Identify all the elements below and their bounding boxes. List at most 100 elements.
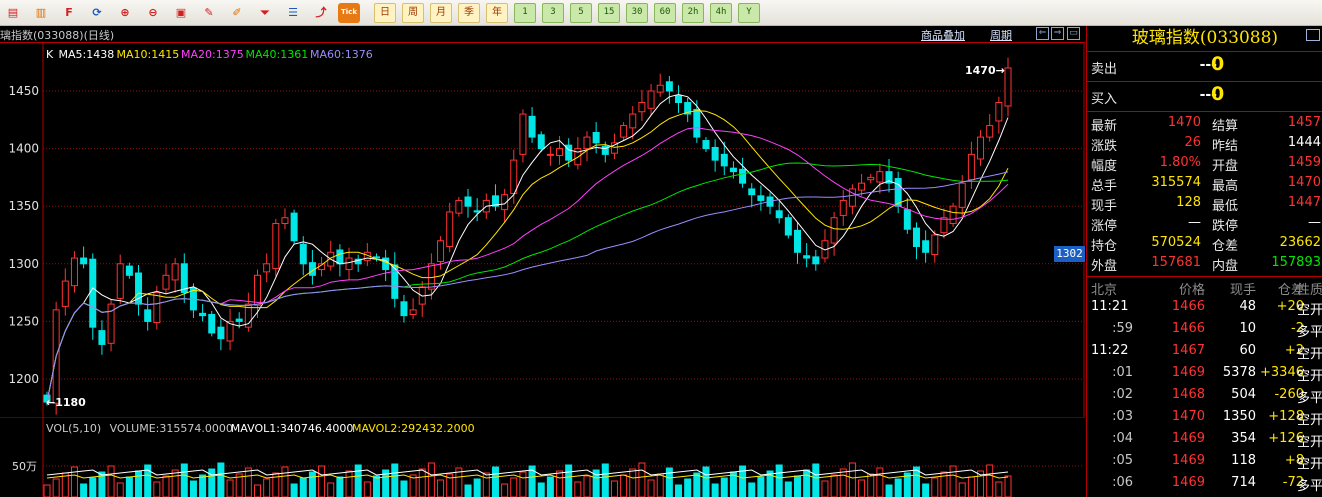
menu-icon[interactable]: ▤ (2, 3, 24, 23)
tick-nature: 多平 (1296, 391, 1322, 406)
minute-period-button-3[interactable]: 15 (598, 2, 620, 23)
minute-period-button-8[interactable]: Y (738, 2, 760, 23)
tick-volume: 714 (1231, 475, 1256, 490)
tick-price: 1469 (1171, 365, 1205, 380)
period-button-2[interactable]: 月 (430, 2, 452, 23)
candle-body (940, 217, 948, 234)
tick-price: 1466 (1171, 299, 1205, 314)
candle-body (80, 257, 88, 265)
minute-period-button-1[interactable]: 3 (542, 2, 564, 23)
volume-bar (1004, 475, 1012, 497)
volume-bar (418, 468, 426, 497)
zoom-in-icon[interactable]: ⊕ (114, 3, 136, 23)
panel-toggle-icon[interactable] (1306, 29, 1320, 41)
stat-value: 1447 (1287, 195, 1321, 210)
save-icon[interactable]: ▥ (30, 3, 52, 23)
volume-bar (180, 463, 188, 497)
candle-body (116, 263, 124, 299)
tick-nature: 空开 (1296, 303, 1322, 318)
filter-icon[interactable]: ⏷ (254, 3, 276, 23)
volume-bar (125, 476, 133, 497)
minute-period-button-6[interactable]: 2h (682, 2, 704, 23)
tick-icon[interactable]: Tick (338, 2, 360, 23)
candle-body (803, 255, 811, 259)
period-button-0[interactable]: 日 (374, 2, 396, 23)
minute-period-button-0[interactable]: 1 (514, 2, 536, 23)
volume-legend-item: VOL(5,10) (46, 422, 101, 435)
volume-bar (318, 465, 326, 497)
stat-label: 最新 (1091, 119, 1118, 134)
volume-chart[interactable]: VOL(5,10) VOLUME:315574.0000MAVOL1:340746… (0, 417, 1085, 497)
volume-bar (372, 475, 380, 497)
candle-body (70, 257, 78, 287)
tick-price: 1469 (1171, 431, 1205, 446)
volume-bar (812, 463, 820, 497)
candle-body (583, 136, 591, 150)
tick-list[interactable]: 北京 价格 现手 仓差 性质 11:21 1466 48 +20 空开:59 1466 10… (1087, 276, 1322, 494)
window-toggle-icon[interactable]: ▭ (1067, 27, 1080, 40)
minute-period-button-5[interactable]: 60 (654, 2, 676, 23)
candle-body (903, 209, 911, 230)
minute-period-button-2[interactable]: 5 (570, 2, 592, 23)
trend-icon[interactable]: ⤴ (310, 3, 332, 23)
tick-row: :02 1468 504 -260 多平 (1087, 387, 1322, 409)
tick-header: 北京 价格 现手 仓差 性质 (1087, 279, 1322, 298)
candle-body (281, 217, 289, 224)
buy-label: 买入 (1091, 92, 1118, 107)
volume-bar (43, 484, 51, 497)
volume-bar (208, 468, 216, 497)
buy-row: 买入 --- 0 (1087, 82, 1322, 112)
volume-bar (52, 478, 60, 497)
volume-bar (574, 481, 582, 497)
period-button-1[interactable]: 周 (402, 2, 424, 23)
tick-price: 1467 (1171, 343, 1205, 358)
volume-bar (345, 470, 353, 497)
refresh-icon[interactable]: ⟳ (86, 3, 108, 23)
stat-value: — (1308, 215, 1321, 230)
tick-volume: 10 (1239, 321, 1256, 336)
stat-row: 持仓 570524 仓差 23662 (1087, 233, 1322, 254)
candle-body (61, 280, 69, 307)
commodity-overlay-link[interactable]: 商品叠加 (921, 27, 965, 43)
candle-body (272, 222, 280, 269)
candle-body (967, 153, 975, 181)
candle-body (446, 211, 454, 248)
list-icon[interactable]: ☰ (282, 3, 304, 23)
volume-bar (116, 482, 124, 497)
zoom-out-icon[interactable]: ⊖ (142, 3, 164, 23)
tick-nature: 空开 (1296, 369, 1322, 384)
volume-bar (629, 468, 637, 497)
quote-title: 玻璃指数(033088) (1087, 26, 1322, 52)
volume-bar (885, 484, 893, 497)
volume-bar (720, 477, 728, 497)
volume-bar (894, 478, 902, 497)
candle-body (345, 257, 353, 271)
ma-legend-item: MA60:1376 (310, 48, 373, 61)
volume-bar (775, 464, 783, 497)
candle-body (775, 210, 783, 219)
volume-bar (656, 473, 664, 497)
volume-bar (299, 477, 307, 497)
period-button-4[interactable]: 年 (486, 2, 508, 23)
buy-volume: 0 (1211, 83, 1225, 105)
tick-time: :01 (1112, 365, 1133, 380)
period-button-3[interactable]: 季 (458, 2, 480, 23)
f10-icon[interactable]: F (58, 3, 80, 23)
brush-icon[interactable]: ✐ (226, 3, 248, 23)
scroll-left-icon[interactable]: ⇐ (1036, 27, 1049, 40)
window-icon[interactable]: ▣ (170, 3, 192, 23)
minute-period-button-7[interactable]: 4h (710, 2, 732, 23)
volume-bar (89, 477, 97, 497)
minute-period-button-4[interactable]: 30 (626, 2, 648, 23)
stat-label: 仓差 (1212, 239, 1239, 254)
tick-row: :01 1469 5378 +3346 空开 (1087, 365, 1322, 387)
stat-label: 昨结 (1212, 139, 1239, 154)
pencil-icon[interactable]: ✎ (198, 3, 220, 23)
period-link[interactable]: 周期 (990, 27, 1012, 43)
volume-bar (583, 475, 591, 497)
candle-body (290, 212, 298, 242)
price-chart[interactable]: 1450 1400 1350 1300 1250 1200 K MA5:1438 MA10:14… (0, 43, 1085, 417)
scroll-right-icon[interactable]: ⇒ (1051, 27, 1064, 40)
y-tick-label: 1250 (8, 314, 39, 328)
volume-bar (931, 477, 939, 497)
